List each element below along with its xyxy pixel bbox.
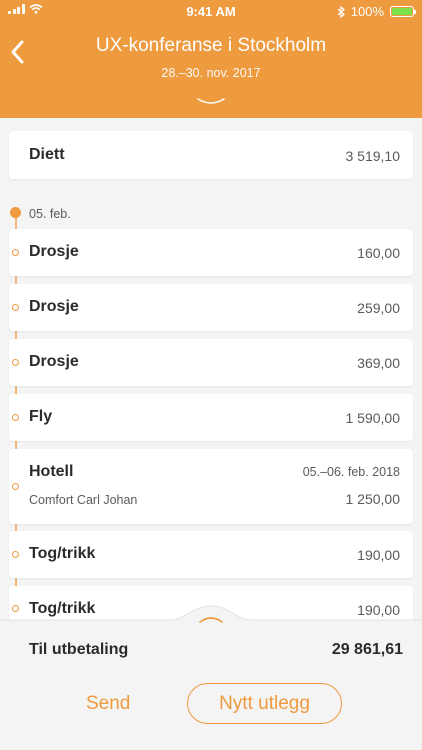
- new-expense-button[interactable]: Nytt utlegg: [187, 683, 342, 724]
- expense-date-range: 05.–06. feb. 2018: [302, 465, 400, 479]
- timeline-date: 05. feb.: [29, 207, 71, 221]
- expense-item[interactable]: Tog/trikk 190,00: [9, 531, 413, 578]
- timeline-dot: [12, 249, 19, 256]
- expense-item[interactable]: Hotell 05.–06. feb. 2018 Comfort Carl Jo…: [9, 449, 413, 524]
- expense-amount: 1 590,00: [345, 410, 401, 426]
- battery-icon: [390, 6, 416, 17]
- payout-amount: 29 861,61: [331, 641, 403, 658]
- expense-amount: 259,00: [357, 300, 400, 316]
- expense-label: Hotell: [29, 463, 74, 480]
- expense-label: Drosje: [29, 353, 79, 370]
- timeline-start-dot: [10, 207, 21, 218]
- expense-item[interactable]: Drosje 369,00: [9, 339, 413, 386]
- expense-item[interactable]: Drosje 160,00: [9, 229, 413, 276]
- trip-dates: 28.–30. nov. 2017: [161, 66, 261, 80]
- header: 9:41 AM 100% UX-konferanse i Stockholm 2…: [0, 0, 422, 118]
- timeline-dot: [12, 359, 19, 366]
- chevron-down-icon[interactable]: [196, 96, 226, 108]
- expense-label: Drosje: [29, 243, 79, 260]
- timeline-dot: [12, 414, 19, 421]
- send-button[interactable]: Send: [86, 693, 130, 715]
- expense-item[interactable]: Drosje 259,00: [9, 284, 413, 331]
- status-bar: 9:41 AM 100%: [0, 0, 422, 22]
- diett-label: Diett: [29, 146, 65, 163]
- status-right: 100%: [337, 4, 416, 19]
- expense-amount: 369,00: [357, 355, 400, 371]
- expense-amount: 160,00: [357, 245, 400, 261]
- expense-subtitle: Comfort Carl Johan: [29, 493, 138, 507]
- timeline-dot: [12, 551, 19, 558]
- expense-label: Fly: [29, 408, 53, 425]
- battery-percent: 100%: [350, 4, 384, 19]
- expense-amount: 190,00: [357, 547, 400, 563]
- expense-amount: 1 250,00: [345, 491, 401, 507]
- expense-item[interactable]: Fly 1 590,00: [9, 394, 413, 441]
- bluetooth-icon: [337, 5, 345, 18]
- diett-amount: 3 519,10: [345, 148, 401, 164]
- diett-card[interactable]: Diett 3 519,10: [9, 131, 413, 179]
- timeline-dot: [12, 304, 19, 311]
- chevron-up-icon[interactable]: [198, 614, 224, 624]
- expense-label: Tog/trikk: [29, 545, 96, 562]
- payout-label: Til utbetaling: [29, 641, 129, 658]
- expense-label: Drosje: [29, 298, 79, 315]
- timeline-dot: [12, 483, 19, 490]
- page-title: UX-konferanse i Stockholm: [95, 35, 327, 56]
